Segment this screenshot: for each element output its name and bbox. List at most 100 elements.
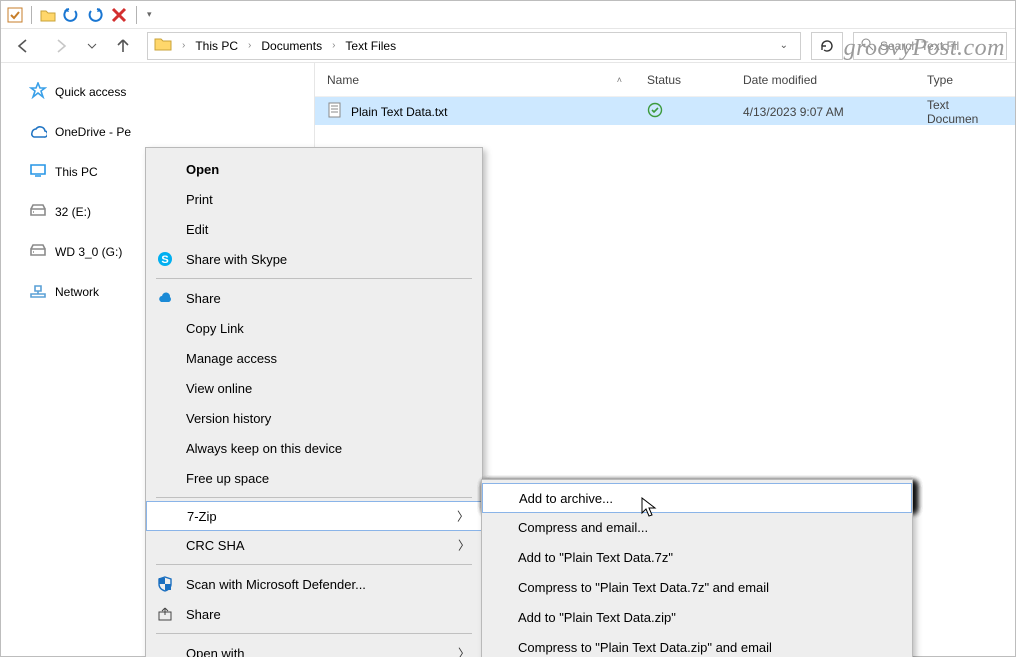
submenu-item[interactable]: Compress and email... [482,512,912,542]
submenu-item[interactable]: Compress to "Plain Text Data.7z" and ema… [482,572,912,602]
search-input[interactable]: Search Text Fil [853,32,1007,60]
svg-text:S: S [161,254,168,266]
star-icon [29,82,47,102]
submenu-label: Compress to "Plain Text Data.zip" and em… [518,640,772,655]
context-menu-label: CRC SHA [186,538,245,553]
context-menu-item[interactable]: Open with 〉 [146,638,482,657]
context-menu-label: Open [186,162,219,177]
context-menu-label: Share [186,291,221,306]
submenu-label: Add to "Plain Text Data.7z" [518,550,673,565]
context-menu-label: View online [186,381,252,396]
sort-asc-icon: ˄ [617,75,622,85]
column-header-date[interactable]: Date modified [731,63,915,96]
submenu-item[interactable]: Add to "Plain Text Data.7z" [482,542,912,572]
context-menu-item[interactable]: S Share with Skype [146,244,482,274]
column-headers: Name˄ Status Date modified Type [315,63,1015,97]
folder-icon [154,36,172,55]
hdd-icon [29,242,47,262]
submenu-arrow-icon: 〉 [458,537,470,554]
column-header-status[interactable]: Status [635,63,731,96]
submenu-item[interactable]: Add to "Plain Text Data.zip" [482,602,912,632]
qat-more-icon[interactable]: ▾ [147,9,152,20]
undo-icon[interactable] [62,6,80,24]
breadcrumb-bar[interactable]: › This PC › Documents › Text Files ⌄ [147,32,801,60]
context-menu-label: Share with Skype [186,252,287,267]
context-menu-item[interactable]: Scan with Microsoft Defender... [146,569,482,599]
cloud-icon [156,289,174,307]
chevron-right-icon[interactable]: › [244,40,255,51]
back-button[interactable] [9,32,37,60]
context-menu-item[interactable]: Edit [146,214,482,244]
up-button[interactable] [109,32,137,60]
search-icon [860,37,874,54]
search-placeholder: Search Text Fil [880,39,959,53]
network-icon [29,282,47,302]
context-menu-item[interactable]: Open [146,154,482,184]
breadcrumb-item[interactable]: Text Files [345,39,396,53]
file-date: 4/13/2023 9:07 AM [731,98,915,125]
submenu-label: Add to "Plain Text Data.zip" [518,610,676,625]
file-row[interactable]: Plain Text Data.txt 4/13/2023 9:07 AM Te… [315,97,1015,125]
context-menu-item[interactable]: Version history [146,403,482,433]
submenu-item[interactable]: Compress to "Plain Text Data.zip" and em… [482,632,912,657]
context-menu-item[interactable]: Free up space [146,463,482,493]
chevron-right-icon[interactable]: › [328,40,339,51]
context-menu-label: Copy Link [186,321,244,336]
chevron-right-icon[interactable]: › [178,40,189,51]
share-icon [156,605,174,623]
synced-icon [647,102,663,121]
forward-button[interactable] [47,32,75,60]
context-menu-label: 7-Zip [187,509,217,524]
quick-access-toolbar: ▾ [1,1,1015,29]
sidebar-item-label: WD 3_0 (G:) [55,245,122,259]
submenu-arrow-icon: 〉 [458,645,470,657]
context-menu-item[interactable]: Manage access [146,343,482,373]
properties-icon[interactable] [7,7,23,23]
redo-icon[interactable] [86,6,104,24]
sidebar-item[interactable]: OneDrive - Pe [1,117,314,147]
context-menu-label: Manage access [186,351,277,366]
submenu-item[interactable]: Add to archive... [482,483,912,513]
context-submenu: Add to archive... Compress and email... Ad… [481,479,913,657]
context-menu-item[interactable]: View online [146,373,482,403]
skype-icon: S [156,250,174,268]
shield-icon [156,575,174,593]
context-menu-label: Always keep on this device [186,441,342,456]
column-header-type[interactable]: Type [915,63,1015,96]
hdd-icon [29,202,47,222]
submenu-label: Compress and email... [518,520,648,535]
recent-locations-dropdown[interactable] [85,32,99,60]
column-header-name[interactable]: Name˄ [315,63,635,96]
pc-icon [29,162,47,182]
onedrive-icon [29,122,47,142]
breadcrumb-item[interactable]: Documents [261,39,322,53]
submenu-label: Compress to "Plain Text Data.7z" and ema… [518,580,769,595]
context-menu-label: Share [186,607,221,622]
context-menu-item[interactable]: Print [146,184,482,214]
submenu-label: Add to archive... [519,491,613,506]
sidebar-item[interactable]: Quick access [1,77,314,107]
context-menu-item[interactable]: Share [146,283,482,313]
context-menu-item[interactable]: Copy Link [146,313,482,343]
context-menu-label: Free up space [186,471,269,486]
context-menu-item[interactable]: 7-Zip〉 [146,501,482,531]
nav-row: › This PC › Documents › Text Files ⌄ Sea… [1,29,1015,63]
refresh-button[interactable] [811,32,843,60]
folder-small-icon[interactable] [40,7,56,23]
context-menu: Open Print Edit S Share with Skype Share Copy … [145,147,483,657]
sidebar-item-label: 32 (E:) [55,205,91,219]
context-menu-label: Edit [186,222,208,237]
sidebar-item-label: Quick access [55,85,126,99]
context-menu-label: Scan with Microsoft Defender... [186,577,366,592]
context-menu-item[interactable]: Always keep on this device [146,433,482,463]
context-menu-label: Print [186,192,213,207]
breadcrumb-item[interactable]: This PC [195,39,238,53]
breadcrumb-dropdown-icon[interactable]: ⌄ [774,40,794,51]
context-menu-label: Open with [186,646,245,657]
context-menu-item[interactable]: CRC SHA 〉 [146,530,482,560]
file-type: Text Documen [915,98,1015,125]
context-menu-item[interactable]: Share [146,599,482,629]
text-file-icon [327,102,343,121]
sidebar-item-label: Network [55,285,99,299]
delete-icon[interactable] [110,6,128,24]
